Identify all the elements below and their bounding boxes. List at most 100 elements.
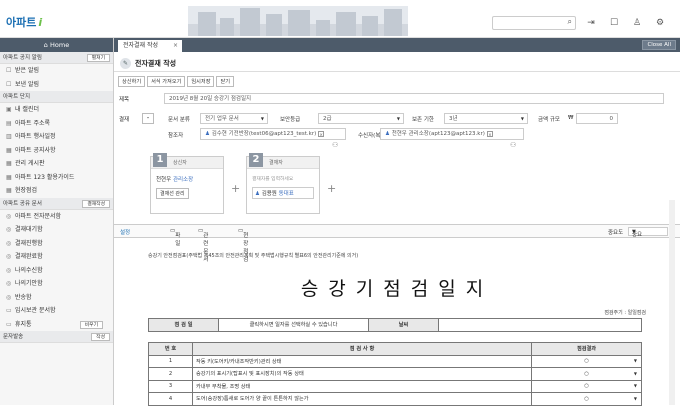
sidebar-item-inbox[interactable]: ◎ 나의수신함	[0, 264, 113, 278]
expand-button[interactable]: 펼쳐기	[86, 54, 110, 62]
circle-icon: ◎	[6, 293, 12, 301]
subject-field[interactable]: 2019년 8월 20일 승강기 점검일지	[164, 93, 664, 104]
tab-settings[interactable]: 설정	[120, 228, 130, 236]
col-no: 번 호	[148, 342, 193, 356]
app-logo[interactable]: 아파트 i	[6, 14, 42, 30]
result-select[interactable]: ○	[531, 392, 642, 406]
sidebar-item-done[interactable]: ◎ 결재완료함	[0, 250, 113, 264]
tab-approval-write[interactable]: 전자결재 작성 ×	[118, 40, 182, 52]
write-approval-button[interactable]: 결재작성	[82, 199, 110, 208]
table-row: 1 작동 키(도어키/카내조작반키)관리 상태 ○	[148, 354, 642, 368]
empty-trash-button[interactable]: 비우기	[79, 320, 103, 329]
approval-label: 결재	[119, 117, 130, 123]
calendar-icon: ▣	[6, 106, 12, 113]
amount-label: 금액 규모	[538, 117, 560, 123]
org-chart-icon[interactable]: ⚇	[510, 141, 516, 149]
tab-bar: 전자결재 작성 × Close All	[114, 38, 680, 52]
event-icon: ▥	[6, 133, 12, 140]
inspection-icon: ▦	[6, 187, 12, 194]
col-result: 점검결과	[531, 342, 642, 356]
approver-input[interactable]: 결재자를 입력하세요	[252, 177, 293, 182]
security-label: 보안등급	[280, 117, 301, 123]
sidebar-item-returned[interactable]: ◎ 반송함	[0, 291, 113, 305]
folder-icon: ▭	[6, 307, 12, 314]
security-select[interactable]: 2급	[318, 113, 404, 124]
remove-icon[interactable]: ×	[318, 130, 325, 137]
search-input[interactable]: ⌕	[492, 16, 576, 30]
retention-label: 보존 기한	[412, 117, 434, 123]
sms-write-button[interactable]: 작성	[91, 333, 110, 341]
circle-icon: ◎	[6, 226, 12, 233]
sidebar-item-notices[interactable]: ▦ 아파트 공지사항	[0, 144, 113, 158]
result-select[interactable]: ○	[531, 379, 642, 393]
chat-icon[interactable]: ☐	[608, 17, 620, 29]
date-picker[interactable]: 클릭하시면 일자를 선택하실 수 있습니다	[218, 318, 369, 332]
org-chart-icon[interactable]: ⚇	[332, 141, 338, 149]
sidebar-item-progress[interactable]: ◎ 결재진행함	[0, 237, 113, 251]
document-title: 승강기점검일지	[300, 278, 494, 300]
user-icon[interactable]: ♙	[631, 17, 643, 29]
doc-type-select[interactable]: 전기 업무 문서	[200, 113, 268, 124]
table-row: 2 승강기의 표시기(탑표시 및 표시장치)의 작동 상태 ○	[148, 367, 642, 381]
sidebar-item-temp[interactable]: ▭ 임시보관 문서함	[0, 304, 113, 318]
subject-label: 제목	[119, 97, 130, 103]
tab-files[interactable]: ▭ 파일	[170, 228, 180, 247]
inspection-table: 번 호 점 검 사 항 점검결과 1 작동 키(도어키/카내조작반키)관리 상태…	[148, 342, 642, 406]
retention-select[interactable]: 3년	[444, 113, 528, 124]
table-row: 4 도어(승강장)틈새로 도어가 양 끝이 튼튼하지 않는가 ○	[148, 392, 642, 406]
receiver-field[interactable]: ♟ 천현우 관리소장(apt123@apt123.kr) ×	[380, 128, 524, 140]
tab-field-inspection[interactable]: ▭ 현장점검	[238, 228, 248, 263]
receiver-label: 수신자(복)	[358, 133, 383, 139]
approval-toggle-button[interactable]: -	[142, 113, 154, 124]
scrollbar[interactable]	[669, 200, 675, 405]
approval-line-button[interactable]: 결재선 관리	[156, 188, 189, 199]
inspection-info-table: 점 검 일 클릭하시면 일자를 선택하실 수 있습니다 날씨	[148, 318, 642, 332]
trash-icon: ▭	[6, 320, 12, 328]
sidebar-item-received[interactable]: ☐ 받은 알림	[0, 64, 113, 78]
sidebar-item-addressbook[interactable]: ▤ 아파트 주소록	[0, 117, 113, 131]
tab-related-docs[interactable]: ▭ 관련문서	[198, 228, 208, 263]
main-content: ✎ 전자결재 작성 상신하기 서식 가져오기 임시저장 닫기 제목 2019년 8…	[114, 52, 680, 406]
person-icon: ♟	[205, 131, 210, 137]
date-label: 점 검 일	[148, 318, 219, 332]
add-step-icon[interactable]: +	[231, 182, 240, 195]
bell-icon: ☐	[6, 67, 12, 74]
priority-select[interactable]: 중요 ▼	[628, 227, 668, 238]
col-item: 점 검 사 항	[192, 342, 532, 356]
weather-label: 날씨	[368, 318, 439, 332]
sidebar-item-sent[interactable]: ☐ 보낸 알림	[0, 78, 113, 92]
sidebar-item-trash[interactable]: ▭ 휴지통 비우기	[0, 318, 113, 332]
result-select[interactable]: ○	[531, 367, 642, 381]
exit-icon[interactable]: ⇥	[585, 17, 597, 29]
sidebar-item-inspection[interactable]: ▦ 현장점검	[0, 184, 113, 198]
sidebar-item-drafts[interactable]: ◎ 나의기안함	[0, 277, 113, 291]
approval-step-1: 1 상신자 천현우 관리소장 결재선 관리	[150, 153, 224, 214]
close-button[interactable]: 닫기	[216, 76, 235, 87]
top-bar: 아파트 i ⌕ ⇥ ☐ ♙ ⚙	[0, 0, 680, 38]
person-icon: ♟	[255, 191, 260, 197]
save-draft-button[interactable]: 임시저장	[187, 76, 215, 87]
sidebar-item-edoc[interactable]: ◎ 아파트 전자문서함	[0, 210, 113, 224]
amount-field[interactable]: 0	[576, 113, 618, 124]
add-step-icon[interactable]: +	[327, 182, 336, 195]
sidebar-item-guide[interactable]: ▦ 아파트 123 활용가이드	[0, 171, 113, 185]
close-all-button[interactable]: Close All	[642, 40, 676, 50]
sidebar-item-events[interactable]: ▥ 아파트 행사일정	[0, 130, 113, 144]
board-icon: ▦	[6, 146, 12, 154]
weather-field[interactable]	[438, 318, 642, 332]
sidebar-item-waiting[interactable]: ◎ 결재대기함	[0, 223, 113, 237]
home-nav[interactable]: ⌂ Home	[0, 38, 113, 52]
remove-icon[interactable]: ×	[486, 130, 493, 137]
sidebar-item-calendar[interactable]: ▣ 내 캘린더	[0, 103, 113, 117]
search-icon[interactable]: ⌕	[568, 17, 572, 27]
page-title: ✎ 전자결재 작성	[120, 58, 176, 69]
sidebar-item-board[interactable]: ▦ 관리 게시판	[0, 157, 113, 171]
submit-button[interactable]: 상신하기	[118, 76, 146, 87]
address-icon: ▤	[6, 119, 12, 127]
result-select[interactable]: ○	[531, 354, 642, 368]
reference-field[interactable]: ♟ 김수현 기전반장(test06@apt123_test.kr) ×	[200, 128, 346, 140]
gear-icon[interactable]: ⚙	[654, 17, 666, 29]
close-icon[interactable]: ×	[173, 40, 178, 52]
load-template-button[interactable]: 서식 가져오기	[147, 76, 186, 87]
bell-icon: ☐	[6, 80, 12, 88]
